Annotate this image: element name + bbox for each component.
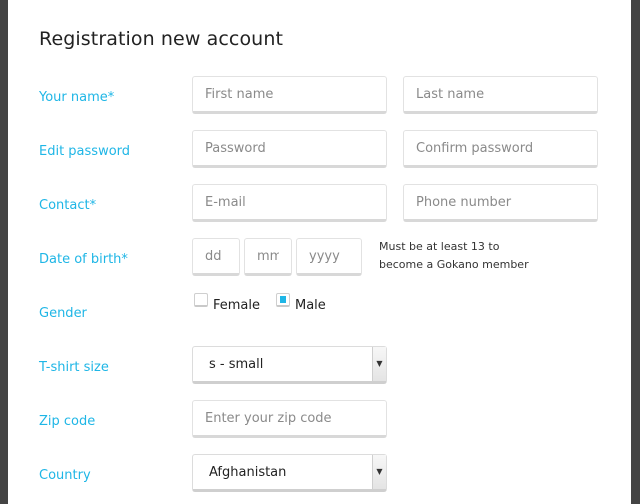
chevron-down-icon[interactable]: ▼: [372, 347, 386, 381]
gender-female-label: Female: [213, 298, 261, 313]
last-name-input[interactable]: [403, 76, 598, 114]
registration-panel: Registration new account Your name* Edit…: [8, 0, 631, 504]
label-edit-password: Edit password: [39, 144, 131, 159]
dob-month-input[interactable]: [244, 238, 292, 276]
label-tshirt-size: T-shirt size: [39, 360, 109, 375]
dob-year-input[interactable]: [296, 238, 362, 276]
email-input[interactable]: [192, 184, 387, 222]
label-gender: Gender: [39, 306, 87, 321]
label-contact: Contact*: [39, 198, 97, 213]
gender-male-checkbox[interactable]: [276, 293, 290, 307]
dob-note-line-1: Must be at least 13 to: [379, 240, 500, 253]
tshirt-size-value: s - small: [209, 357, 264, 372]
label-zip-code: Zip code: [39, 414, 96, 429]
zip-code-input[interactable]: [192, 400, 387, 438]
dob-age-note: Must be at least 13 to become a Gokano m…: [379, 238, 529, 274]
window-frame: Registration new account Your name* Edit…: [0, 0, 640, 504]
page-title: Registration new account: [39, 28, 284, 50]
dob-note-line-2: become a Gokano member: [379, 258, 529, 271]
chevron-down-icon[interactable]: ▼: [372, 455, 386, 489]
first-name-input[interactable]: [192, 76, 387, 114]
label-country: Country: [39, 468, 91, 483]
label-date-of-birth: Date of birth*: [39, 252, 128, 267]
country-value: Afghanistan: [209, 465, 287, 480]
tshirt-size-select[interactable]: s - small ▼: [192, 346, 387, 384]
gender-male-label: Male: [295, 298, 326, 313]
country-select[interactable]: Afghanistan ▼: [192, 454, 387, 492]
gender-female-checkbox[interactable]: [194, 293, 208, 307]
confirm-password-input[interactable]: [403, 130, 598, 168]
label-your-name: Your name*: [39, 90, 115, 105]
phone-input[interactable]: [403, 184, 598, 222]
password-input[interactable]: [192, 130, 387, 168]
checked-indicator: [280, 296, 286, 303]
dob-day-input[interactable]: [192, 238, 240, 276]
